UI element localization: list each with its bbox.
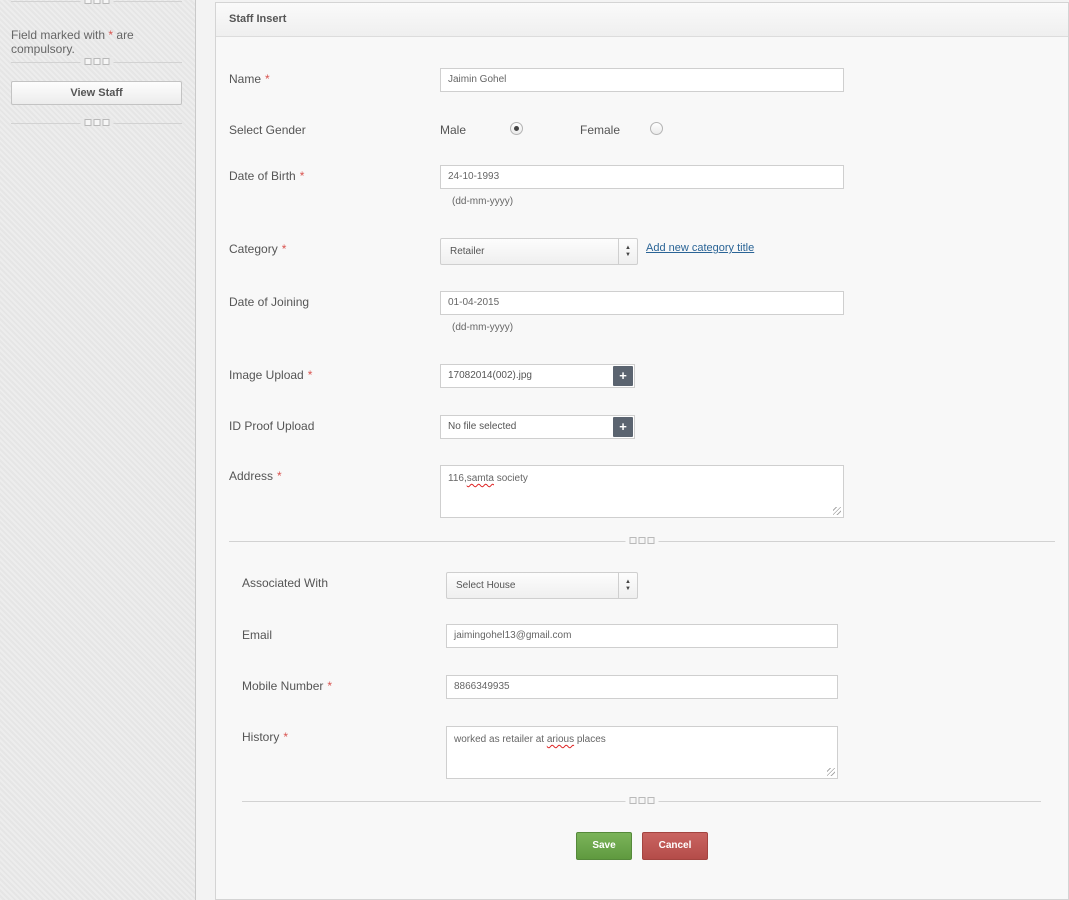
gender-label: Select Gender <box>229 123 306 137</box>
doj-format-hint: (dd-mm-yyyy) <box>452 322 514 333</box>
section-divider <box>242 796 1041 806</box>
name-label: Name * <box>229 72 270 86</box>
required-fields-note: Field marked with * are compulsory. <box>11 28 195 56</box>
panel-title: Staff Insert <box>216 3 1068 37</box>
section-divider <box>229 536 1055 546</box>
required-star: * <box>299 169 305 183</box>
plus-icon[interactable]: + <box>613 366 633 386</box>
email-input[interactable]: jaimingohel13@gmail.com <box>446 624 838 648</box>
dob-format-hint: (dd-mm-yyyy) <box>452 196 514 207</box>
category-label: Category * <box>229 242 287 256</box>
required-star: * <box>281 242 287 256</box>
note-text: Field marked with <box>11 28 106 42</box>
history-label: History * <box>242 730 289 744</box>
gender-female-radio[interactable] <box>650 122 663 135</box>
email-label: Email <box>242 628 273 642</box>
category-select[interactable]: Retailer ▲ ▼ <box>440 238 638 265</box>
cancel-button[interactable]: Cancel <box>642 832 708 860</box>
id-proof-upload-field[interactable]: No file selected + <box>440 415 635 439</box>
staff-insert-panel: Staff Insert Name * Jaimin Gohel Select G… <box>215 2 1069 900</box>
gender-male-radio[interactable] <box>510 122 523 135</box>
mobile-label: Mobile Number * <box>242 679 333 693</box>
image-upload-field[interactable]: 17082014(002).jpg + <box>440 364 635 388</box>
select-arrows-icon: ▲ ▼ <box>618 573 637 598</box>
required-star: * <box>265 72 270 86</box>
gender-female-label: Female <box>580 123 621 137</box>
resize-grip-icon[interactable] <box>833 507 841 515</box>
history-textarea[interactable]: worked as retailer at arious places <box>446 726 838 779</box>
required-star: * <box>327 679 333 693</box>
save-button[interactable]: Save <box>576 832 632 860</box>
address-textarea[interactable]: 116,samta society <box>440 465 844 518</box>
resize-grip-icon[interactable] <box>827 768 835 776</box>
sidebar-divider <box>11 0 182 6</box>
required-star: * <box>283 730 289 744</box>
address-label: Address * <box>229 469 282 483</box>
sidebar: Field marked with * are compulsory. View… <box>0 0 196 900</box>
select-arrows-icon: ▲ ▼ <box>618 239 637 264</box>
required-star: * <box>277 469 282 483</box>
associated-with-label: Associated With <box>242 576 329 590</box>
name-input[interactable]: Jaimin Gohel <box>440 68 844 92</box>
id-proof-label: ID Proof Upload <box>229 419 315 433</box>
associated-with-select[interactable]: Select House ▲ ▼ <box>446 572 638 599</box>
view-staff-button[interactable]: View Staff <box>11 81 182 105</box>
gender-male-label: Male <box>440 123 467 137</box>
id-proof-filename: No file selected <box>448 421 517 432</box>
category-selected-value: Retailer <box>450 246 485 257</box>
plus-icon[interactable]: + <box>613 417 633 437</box>
mobile-input[interactable]: 8866349935 <box>446 675 838 699</box>
associated-selected-value: Select House <box>456 580 516 591</box>
required-star: * <box>307 368 313 382</box>
image-upload-label: Image Upload * <box>229 368 313 382</box>
dob-label: Date of Birth * <box>229 169 305 183</box>
sidebar-divider <box>11 57 182 67</box>
required-star: * <box>108 28 114 42</box>
dob-input[interactable]: 24-10-1993 <box>440 165 844 189</box>
doj-label: Date of Joining <box>229 295 310 309</box>
image-upload-filename: 17082014(002).jpg <box>448 370 532 381</box>
doj-input[interactable]: 01-04-2015 <box>440 291 844 315</box>
sidebar-divider <box>11 118 182 128</box>
add-category-link[interactable]: Add new category title <box>646 242 754 254</box>
